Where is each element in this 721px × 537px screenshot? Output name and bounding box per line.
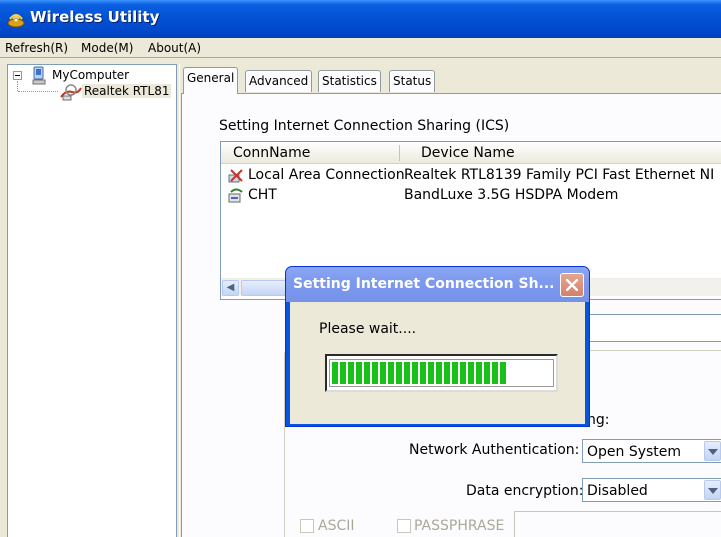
chevron-down-icon[interactable] [704,441,721,461]
key-input[interactable] [514,511,721,537]
chevron-down-icon[interactable] [704,480,721,500]
passphrase-label: PASSPHRASE [414,518,505,534]
ascii-checkbox[interactable] [300,519,314,533]
dialog-titlebar[interactable]: Setting Internet Connection Sh... [286,267,589,302]
list-header: ConnName Device Name [221,142,721,164]
dialup-connection-icon [228,188,243,203]
network-authentication-label: Network Authentication: [409,442,580,458]
ics-section-title: Setting Internet Connection Sharing (ICS… [219,118,510,134]
menu-mode[interactable]: Mode(M) [81,41,133,55]
list-item[interactable]: Local Area Connection Realtek RTL8139 Fa… [221,166,721,186]
tree-connector [18,91,58,92]
network-authentication-select[interactable]: Open System [582,439,721,463]
dialog-title: Setting Internet Connection Sh... [293,276,555,292]
data-encryption-select[interactable]: Disabled [582,478,721,502]
tab-general[interactable]: General [183,67,239,94]
please-wait-message: Please wait.... [319,321,417,337]
progress-bar [325,354,558,392]
window-titlebar[interactable]: Wireless Utility [0,0,721,38]
menu-bar: Refresh(R) Mode(M) About(A) [0,38,721,58]
tree-node-realtek[interactable]: Realtek RTL81 [82,84,172,98]
tree-connector [17,81,18,91]
tree-collapse-toggle[interactable] [13,71,22,80]
window-title: Wireless Utility [30,8,160,26]
data-encryption-value: Disabled [587,483,648,499]
column-header-connname[interactable]: ConnName [233,145,310,161]
progress-dialog: Setting Internet Connection Sh... Please… [285,266,590,427]
device-name: BandLuxe 3.5G HSDPA Modem [404,187,619,203]
data-encryption-label: Data encryption: [466,483,584,499]
lan-connection-icon [228,169,243,183]
scroll-left-icon[interactable]: ◀ [222,280,239,296]
list-item[interactable]: CHT BandLuxe 3.5G HSDPA Modem [221,186,721,206]
network-adapter-icon [60,84,82,101]
ssid-input[interactable] [585,314,721,342]
tab-statistics[interactable]: Statistics [318,70,381,92]
dialog-body: Please wait.... [290,302,585,424]
column-separator[interactable] [399,145,400,161]
progress-blocks [332,362,506,384]
computer-icon [32,66,46,85]
passphrase-checkbox[interactable] [397,519,411,533]
connection-name: Local Area Connection [248,167,405,183]
ascii-label: ASCII [318,518,355,534]
column-header-device-name[interactable]: Device Name [421,145,515,161]
close-icon [566,279,578,291]
security-setting-label: ng: [587,412,610,428]
connection-name: CHT [248,187,277,203]
menu-about[interactable]: About(A) [148,41,201,55]
dialog-close-button[interactable] [560,273,584,297]
device-tree[interactable]: MyComputer Realtek RTL81 [7,64,177,537]
wireless-utility-app-icon [7,14,25,28]
menu-refresh[interactable]: Refresh(R) [5,41,68,55]
device-name: Realtek RTL8139 Family PCI Fast Ethernet… [404,167,715,183]
tab-status[interactable]: Status [389,70,436,92]
tab-advanced[interactable]: Advanced [245,70,313,92]
progress-bar-fill [332,362,507,384]
tree-node-mycomputer[interactable]: MyComputer [52,68,129,82]
network-authentication-value: Open System [587,444,682,460]
